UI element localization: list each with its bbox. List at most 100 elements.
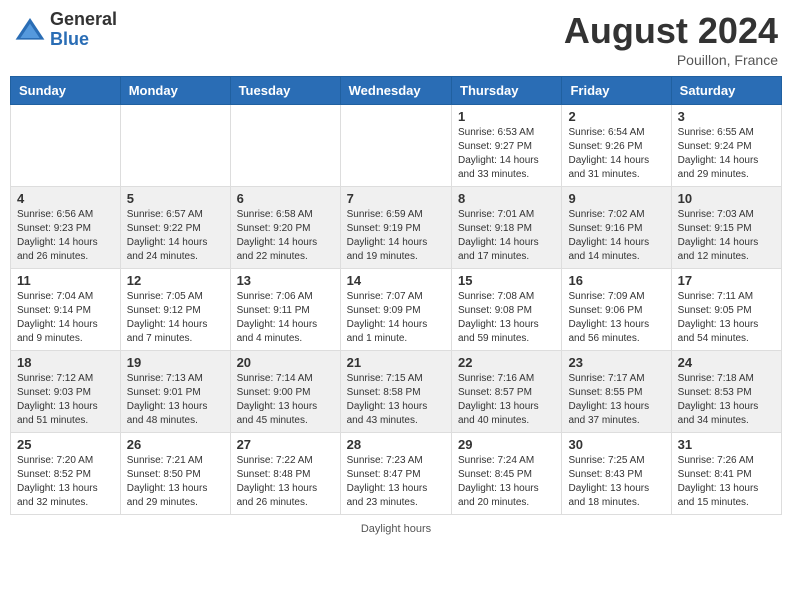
day-number: 22: [458, 355, 555, 370]
day-number: 29: [458, 437, 555, 452]
day-number: 18: [17, 355, 114, 370]
day-number: 27: [237, 437, 334, 452]
day-detail: Sunrise: 7:25 AMSunset: 8:43 PMDaylight:…: [568, 454, 664, 510]
day-number: 13: [237, 273, 334, 288]
table-row: 25 Sunrise: 7:20 AMSunset: 8:52 PMDayligh…: [11, 433, 121, 515]
day-detail: Sunrise: 7:17 AMSunset: 8:55 PMDaylight:…: [568, 372, 664, 428]
table-row: 20 Sunrise: 7:14 AMSunset: 9:00 PMDayligh…: [230, 351, 340, 433]
day-number: 25: [17, 437, 114, 452]
table-row: 18 Sunrise: 7:12 AMSunset: 9:03 PMDayligh…: [11, 351, 121, 433]
table-row: 1 Sunrise: 6:53 AMSunset: 9:27 PMDaylight…: [452, 105, 562, 187]
day-number: 1: [458, 109, 555, 124]
day-number: 28: [347, 437, 445, 452]
table-row: 3 Sunrise: 6:55 AMSunset: 9:24 PMDaylight…: [671, 105, 781, 187]
table-row: 14 Sunrise: 7:07 AMSunset: 9:09 PMDayligh…: [340, 269, 451, 351]
table-row: 8Sunrise: 7:01 AMSunset: 9:18 PMDaylight…: [452, 187, 562, 269]
day-detail: Sunrise: 7:09 AMSunset: 9:06 PMDaylight:…: [568, 290, 664, 346]
day-number: 2: [568, 109, 664, 124]
title-area: August 2024 Pouillon, France: [564, 10, 778, 68]
day-number: 19: [127, 355, 224, 370]
logo-blue-text: Blue: [50, 30, 117, 50]
table-row: 17 Sunrise: 7:11 AMSunset: 9:05 PMDayligh…: [671, 269, 781, 351]
table-row: 22 Sunrise: 7:16 AMSunset: 8:57 PMDayligh…: [452, 351, 562, 433]
day-detail: Sunrise: 7:20 AMSunset: 8:52 PMDaylight:…: [17, 454, 114, 510]
day-detail: Sunrise: 7:15 AMSunset: 8:58 PMDaylight:…: [347, 372, 445, 428]
day-detail: Sunrise: 6:53 AMSunset: 9:27 PMDaylight:…: [458, 126, 555, 182]
day-number: 6: [237, 191, 334, 206]
day-detail: Sunrise: 7:18 AMSunset: 8:53 PMDaylight:…: [678, 372, 775, 428]
calendar-table: Sunday Monday Tuesday Wednesday Thursday…: [10, 76, 782, 515]
table-row: 6Sunrise: 6:58 AMSunset: 9:20 PMDaylight…: [230, 187, 340, 269]
day-detail: Sunrise: 7:04 AMSunset: 9:14 PMDaylight:…: [17, 290, 114, 346]
day-detail: Sunrise: 6:57 AMSunset: 9:22 PMDaylight:…: [127, 208, 224, 264]
day-detail: Sunrise: 7:12 AMSunset: 9:03 PMDaylight:…: [17, 372, 114, 428]
day-detail: Sunrise: 6:56 AMSunset: 9:23 PMDaylight:…: [17, 208, 114, 264]
calendar-header-row: Sunday Monday Tuesday Wednesday Thursday…: [11, 77, 782, 105]
table-row: 5 Sunrise: 6:57 AMSunset: 9:22 PMDaylight…: [120, 187, 230, 269]
col-monday: Monday: [120, 77, 230, 105]
logo-icon: [14, 14, 46, 46]
day-detail: Sunrise: 7:06 AMSunset: 9:11 PMDaylight:…: [237, 290, 334, 346]
day-detail: Sunrise: 6:55 AMSunset: 9:24 PMDaylight:…: [678, 126, 775, 182]
week-row: 25 Sunrise: 7:20 AMSunset: 8:52 PMDayligh…: [11, 433, 782, 515]
day-detail: Sunrise: 7:23 AMSunset: 8:47 PMDaylight:…: [347, 454, 445, 510]
day-detail: Sunrise: 7:11 AMSunset: 9:05 PMDaylight:…: [678, 290, 775, 346]
table-row: 31 Sunrise: 7:26 AMSunset: 8:41 PMDayligh…: [671, 433, 781, 515]
table-row: 19Sunrise: 7:13 AMSunset: 9:01 PMDayligh…: [120, 351, 230, 433]
day-number: 8: [458, 191, 555, 206]
day-number: 30: [568, 437, 664, 452]
table-row: [11, 105, 121, 187]
day-number: 31: [678, 437, 775, 452]
table-row: 13 Sunrise: 7:06 AMSunset: 9:11 PMDayligh…: [230, 269, 340, 351]
day-number: 9: [568, 191, 664, 206]
day-detail: Sunrise: 7:22 AMSunset: 8:48 PMDaylight:…: [237, 454, 334, 510]
day-detail: Sunrise: 6:59 AMSunset: 9:19 PMDaylight:…: [347, 208, 445, 264]
table-row: 16 Sunrise: 7:09 AMSunset: 9:06 PMDayligh…: [562, 269, 671, 351]
col-tuesday: Tuesday: [230, 77, 340, 105]
table-row: 24 Sunrise: 7:18 AMSunset: 8:53 PMDayligh…: [671, 351, 781, 433]
table-row: 4 Sunrise: 6:56 AMSunset: 9:23 PMDaylight…: [11, 187, 121, 269]
table-row: 23 Sunrise: 7:17 AMSunset: 8:55 PMDayligh…: [562, 351, 671, 433]
day-number: 10: [678, 191, 775, 206]
day-detail: Sunrise: 7:14 AMSunset: 9:00 PMDaylight:…: [237, 372, 334, 428]
day-detail: Sunrise: 7:21 AMSunset: 8:50 PMDaylight:…: [127, 454, 224, 510]
day-number: 3: [678, 109, 775, 124]
day-number: 4: [17, 191, 114, 206]
day-number: 12: [127, 273, 224, 288]
day-detail: Sunrise: 7:26 AMSunset: 8:41 PMDaylight:…: [678, 454, 775, 510]
table-row: 10 Sunrise: 7:03 AMSunset: 9:15 PMDayligh…: [671, 187, 781, 269]
logo: General Blue: [14, 10, 117, 50]
day-number: 16: [568, 273, 664, 288]
logo-general-text: General: [50, 10, 117, 30]
table-row: [230, 105, 340, 187]
day-detail: Sunrise: 6:54 AMSunset: 9:26 PMDaylight:…: [568, 126, 664, 182]
day-number: 21: [347, 355, 445, 370]
day-detail: Sunrise: 7:16 AMSunset: 8:57 PMDaylight:…: [458, 372, 555, 428]
day-number: 17: [678, 273, 775, 288]
week-row: 18 Sunrise: 7:12 AMSunset: 9:03 PMDayligh…: [11, 351, 782, 433]
table-row: 15Sunrise: 7:08 AMSunset: 9:08 PMDayligh…: [452, 269, 562, 351]
col-wednesday: Wednesday: [340, 77, 451, 105]
day-number: 23: [568, 355, 664, 370]
day-number: 14: [347, 273, 445, 288]
day-number: 24: [678, 355, 775, 370]
table-row: 7Sunrise: 6:59 AMSunset: 9:19 PMDaylight…: [340, 187, 451, 269]
location-subtitle: Pouillon, France: [564, 52, 778, 68]
table-row: 28 Sunrise: 7:23 AMSunset: 8:47 PMDayligh…: [340, 433, 451, 515]
day-number: 5: [127, 191, 224, 206]
table-row: 2 Sunrise: 6:54 AMSunset: 9:26 PMDaylight…: [562, 105, 671, 187]
table-row: 12Sunrise: 7:05 AMSunset: 9:12 PMDayligh…: [120, 269, 230, 351]
day-detail: Sunrise: 7:03 AMSunset: 9:15 PMDaylight:…: [678, 208, 775, 264]
col-thursday: Thursday: [452, 77, 562, 105]
day-number: 11: [17, 273, 114, 288]
month-year-title: August 2024: [564, 10, 778, 52]
day-detail: Sunrise: 7:07 AMSunset: 9:09 PMDaylight:…: [347, 290, 445, 346]
day-number: 20: [237, 355, 334, 370]
col-friday: Friday: [562, 77, 671, 105]
table-row: 9Sunrise: 7:02 AMSunset: 9:16 PMDaylight…: [562, 187, 671, 269]
col-saturday: Saturday: [671, 77, 781, 105]
table-row: 30 Sunrise: 7:25 AMSunset: 8:43 PMDayligh…: [562, 433, 671, 515]
table-row: 21 Sunrise: 7:15 AMSunset: 8:58 PMDayligh…: [340, 351, 451, 433]
table-row: [120, 105, 230, 187]
footer: Daylight hours: [10, 523, 782, 535]
